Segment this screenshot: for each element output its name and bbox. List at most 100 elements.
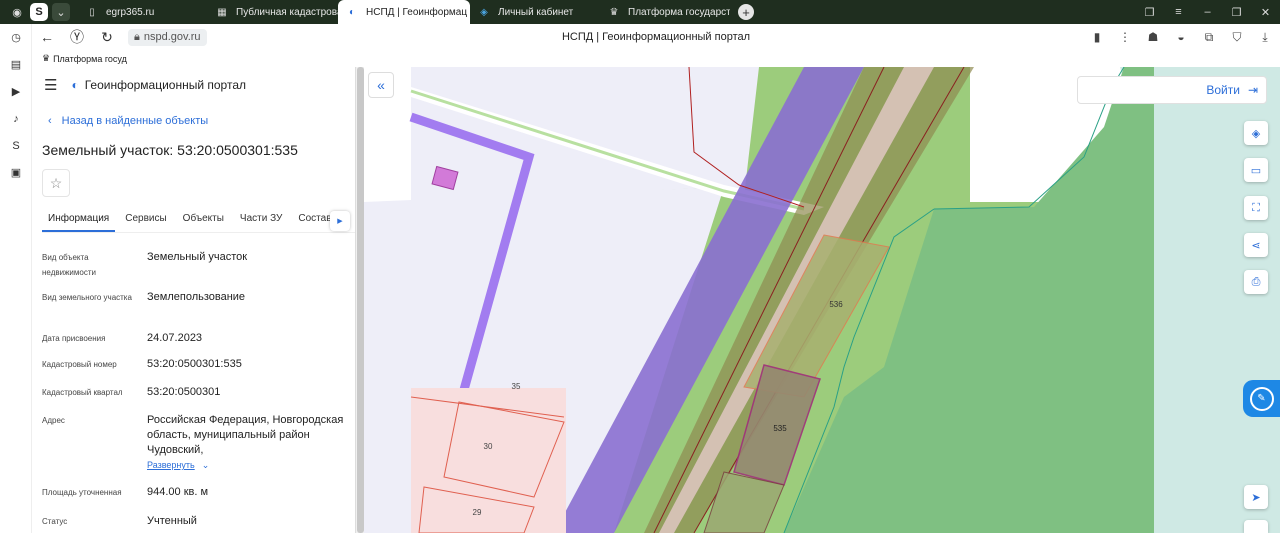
close-window-icon[interactable]: ✕ (1251, 6, 1280, 19)
restore-icon[interactable]: ❐ (1222, 6, 1251, 19)
s-app-icon[interactable]: S (0, 132, 32, 159)
yandex-icon[interactable]: Ⓨ (62, 27, 92, 47)
expand-address-link[interactable]: Развернуть ⌄ (147, 458, 347, 473)
scrollbar-thumb[interactable] (357, 67, 364, 533)
window-controls: ❐ ≡ – ❐ ✕ (1135, 0, 1280, 24)
tab-egrp365[interactable]: ▯ egrp365.ru (78, 0, 208, 24)
tabs-scroll-right-button[interactable]: ▶ (330, 211, 350, 231)
object-info-panel: ☰ ◐ Геоинформационный портал ‹ Назад в н… (32, 67, 355, 533)
bookmark-gov-platform[interactable]: Платформа госуд (53, 54, 127, 64)
document-icon: ▯ (89, 6, 95, 18)
lock-icon: 🔒︎ (134, 30, 140, 43)
browser-logo-icon[interactable]: ◉ (8, 3, 26, 21)
reload-icon[interactable]: ↻ (92, 29, 122, 46)
ruler-button[interactable]: ▭ (1244, 158, 1268, 182)
panel-header: ☰ ◐ Геоинформационный портал (32, 67, 355, 103)
shield-extension-icon[interactable]: ⛉ (1228, 30, 1246, 45)
more-tools-button[interactable] (1244, 520, 1268, 533)
property-value: 53:20:0500301 (147, 386, 221, 398)
extension-icon[interactable]: ☗ (1144, 30, 1162, 44)
browser-menu-icon[interactable]: ≡ (1164, 6, 1193, 18)
navigation-arrow-icon: ➤ (1251, 491, 1261, 504)
property-value: Учтенный (147, 515, 197, 527)
property-label: Вид объекта недвижимости (42, 253, 96, 277)
property-label: Площадь уточненная (42, 488, 122, 497)
tabs-dropdown-icon[interactable]: ⌄ (52, 3, 70, 21)
s-profile-icon[interactable]: S (30, 3, 48, 21)
tab-land-parts[interactable]: Части ЗУ (234, 207, 288, 232)
tab-nspd[interactable]: ◐ НСПД | Геоинформац ✕ (338, 0, 470, 24)
hamburger-menu-icon[interactable]: ☰ (44, 76, 57, 94)
tab-public-cadastral-map[interactable]: ▦ Публичная кадастровая (208, 0, 338, 24)
hat-icon[interactable]: ◒ (1172, 30, 1190, 44)
share-button[interactable]: ⋖ (1244, 233, 1268, 257)
tab-information[interactable]: Информация (42, 207, 116, 232)
print-icon: ⎙ (1251, 275, 1261, 288)
print-button[interactable]: ⎙ (1244, 270, 1268, 294)
support-chat-button[interactable]: ✎ (1243, 380, 1280, 417)
double-chevron-left-icon: « (377, 77, 385, 93)
nspd-logo-icon: ◐ (348, 6, 356, 18)
downloads-list-icon[interactable]: ⧉ (1200, 30, 1218, 45)
panel-scrollbar[interactable] (355, 67, 364, 533)
portal-brand[interactable]: ◐ Геоинформационный портал (71, 78, 246, 92)
video-icon[interactable]: ▶ (0, 78, 32, 105)
property-label: Адрес (42, 416, 65, 425)
back-to-results-link[interactable]: ‹ Назад в найденные объекты (48, 115, 208, 127)
address-bar: ← Ⓨ ↻ 🔒︎ nspd.gov.ru НСПД | Геоинформаци… (32, 24, 1280, 50)
share-icon: ⋖ (1251, 239, 1261, 252)
object-title: Земельный участок: 53:20:0500301:535 (42, 142, 298, 158)
property-value: Земельный участок (147, 251, 248, 263)
brand-title: Геоинформационный портал (84, 78, 247, 92)
tab-label: Платформа государстве (628, 6, 730, 18)
tab-strip-left-controls: ◉ S ⌄ (0, 3, 78, 21)
address-bar-actions: ▮ ⋮ ☗ ◒ ⧉ ⛉ ⤓ (1088, 30, 1274, 45)
star-icon: ☆ (49, 174, 63, 191)
url-field[interactable]: 🔒︎ nspd.gov.ru (128, 28, 207, 46)
map-canvas[interactable]: 536 535 30 29 35 (364, 67, 1280, 533)
url-text: nspd.gov.ru (143, 31, 201, 43)
object-tabs: Информация Сервисы Объекты Части ЗУ Сост… (42, 207, 355, 233)
history-icon[interactable]: ◷ (0, 24, 32, 51)
tab-services[interactable]: Сервисы (119, 207, 172, 232)
cadastral-map[interactable]: 536 535 30 29 35 (364, 67, 1280, 533)
minimize-icon[interactable]: – (1193, 6, 1222, 18)
tab-personal-account[interactable]: ◈ Личный кабинет (470, 0, 600, 24)
cast-icon[interactable]: ▣ (0, 159, 32, 186)
select-area-button[interactable]: ⛶ (1244, 196, 1268, 220)
notes-icon[interactable]: ▤ (0, 51, 32, 78)
chevron-down-icon: ⌄ (201, 460, 210, 470)
property-value: 53:20:0500301:535 (147, 358, 242, 370)
tab-collections-icon[interactable]: ❐ (1135, 6, 1164, 19)
parcel-label-35: 35 (512, 382, 521, 391)
parcel-label-536: 536 (829, 300, 843, 309)
bookmark-icon[interactable]: ▮ (1088, 30, 1106, 44)
more-icon[interactable]: ⋮ (1116, 30, 1134, 44)
shield-icon: ◈ (480, 6, 488, 18)
back-arrow-icon[interactable]: ← (32, 29, 62, 45)
parcel-label-30: 30 (484, 442, 493, 451)
property-label: Дата присвоения (42, 334, 106, 343)
music-icon[interactable]: ♪ (0, 105, 32, 132)
favorite-button[interactable]: ☆ (42, 169, 70, 197)
download-icon[interactable]: ⤓ (1256, 30, 1274, 45)
layers-icon: ◈ (1251, 127, 1261, 140)
login-button[interactable]: Войти ⇥ (1077, 76, 1267, 104)
tab-label: Личный кабинет (498, 6, 574, 18)
tab-gov-platform[interactable]: ♛ Платформа государстве (600, 0, 730, 24)
tab-objects[interactable]: Объекты (177, 207, 230, 232)
expand-label: Развернуть (147, 460, 195, 470)
nspd-logo-icon: ◐ (71, 78, 79, 92)
parcel-label-535: 535 (773, 424, 787, 433)
back-link-label: Назад в найденные объекты (61, 115, 209, 127)
property-label: Статус (42, 517, 68, 526)
tab-label: НСПД | Геоинформац (366, 6, 468, 18)
new-tab-icon[interactable]: + (738, 4, 754, 20)
chevron-left-icon: ‹ (48, 115, 52, 127)
tab-label: Публичная кадастровая (236, 6, 338, 18)
layers-button[interactable]: ◈ (1244, 121, 1268, 145)
collapse-panel-button[interactable]: « (368, 72, 394, 98)
property-value: Российская Федерация, Новгородская облас… (147, 414, 344, 456)
locate-button[interactable]: ➤ (1244, 485, 1268, 509)
property-value: 24.07.2023 (147, 332, 203, 344)
